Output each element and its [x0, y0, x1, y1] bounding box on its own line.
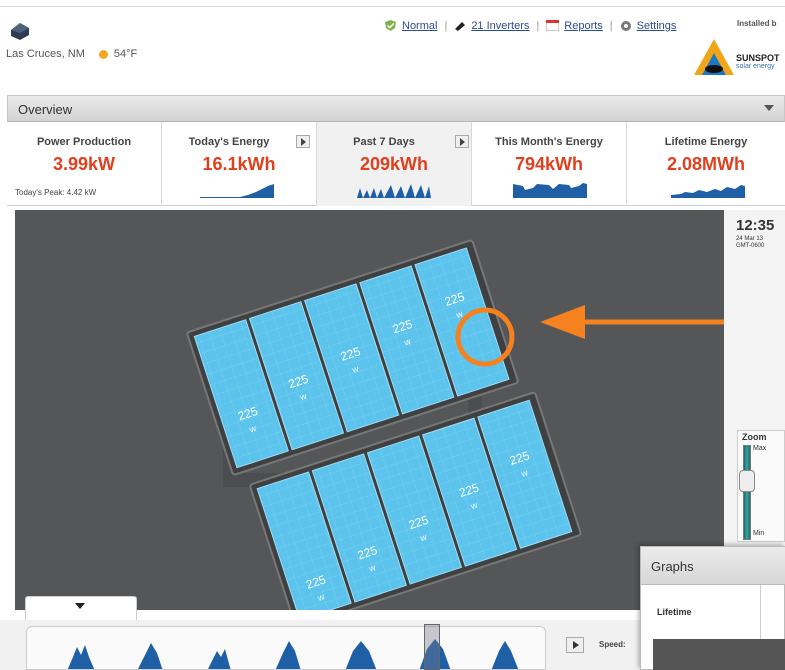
graphs-tab-lifetime[interactable]: Lifetime — [641, 585, 761, 639]
zoom-min-label: Min — [753, 530, 765, 537]
gear-icon — [620, 20, 631, 31]
zoom-slider-thumb[interactable] — [739, 470, 755, 492]
graphs-panel: Graphs Lifetime — [640, 546, 785, 670]
zoom-label: Zoom — [742, 432, 767, 442]
lifetime-energy-sparkline — [671, 185, 745, 198]
clock-time: 12:35 — [736, 217, 775, 234]
reports-link[interactable]: Reports — [564, 20, 603, 32]
inverters-link[interactable]: 21 Inverters — [471, 20, 529, 32]
card-label: This Month's Energy — [495, 136, 603, 148]
overview-bar[interactable]: Overview — [7, 95, 785, 122]
timezone-text: GMT-0600 — [736, 243, 765, 249]
card-past-7-days[interactable]: Past 7 Days 209kWh — [317, 122, 472, 206]
production-timeline[interactable] — [26, 626, 546, 670]
graphs-header[interactable]: Graphs — [641, 547, 785, 585]
card-value: 3.99kW — [52, 154, 116, 174]
settings-link[interactable]: Settings — [637, 20, 677, 32]
check-shield-icon — [385, 20, 396, 31]
orange-arrow-icon — [540, 305, 724, 339]
todays-peak-text: Today's Peak: 4.42 kW — [15, 188, 97, 197]
card-this-months-energy[interactable]: This Month's Energy 794kWh — [472, 122, 627, 206]
graphs-title: Graphs — [651, 559, 694, 574]
timeline-scrubber-handle[interactable] — [424, 624, 440, 670]
timeline-play-icon[interactable] — [566, 637, 584, 653]
house-icon[interactable] — [9, 20, 31, 42]
play-icon[interactable] — [455, 135, 469, 148]
card-value: 16.1kWh — [202, 154, 276, 174]
status-normal-link[interactable]: Normal — [402, 20, 437, 32]
date-text: 24 Mar 13 — [736, 236, 764, 242]
card-label: Power Production — [36, 136, 132, 148]
play-icon[interactable] — [296, 135, 310, 148]
speed-label: Speed: — [599, 640, 626, 649]
card-label: Today's Energy — [188, 136, 270, 148]
enphase-monitor-screen: Las Cruces, NM 54°F Normal | 21 Inverter… — [0, 0, 785, 670]
panel-layout: 225W 225W 225W 225W 225W 225W 225W 225W … — [186, 239, 724, 610]
card-power-production[interactable]: Power Production 3.99kW Today's Peak: 4.… — [7, 122, 162, 206]
installed-by-label: Installed b — [737, 19, 777, 28]
top-divider — [0, 6, 785, 7]
zoom-slider-track[interactable] — [743, 445, 751, 540]
stat-cards: Power Production 3.99kW Today's Peak: 4.… — [7, 122, 785, 206]
card-value: 794kWh — [514, 154, 584, 174]
card-label: Lifetime Energy — [664, 136, 748, 148]
logo-tagline: solar energy — [736, 63, 775, 70]
zoom-max-label: Max — [753, 445, 767, 452]
location-text: Las Cruces, NM — [6, 48, 85, 60]
top-nav: Normal | 21 Inverters | Reports | Settin… — [384, 19, 676, 32]
nav-separator: | — [444, 19, 448, 32]
card-label: Past 7 Days — [353, 136, 415, 148]
past-7-days-sparkline — [357, 184, 431, 198]
graphs-tab-label: Lifetime — [657, 607, 692, 617]
card-value: 2.08MWh — [666, 154, 745, 174]
nav-separator: | — [536, 19, 540, 32]
logo-name: SUNSPOT — [736, 53, 780, 63]
clock-date: 24 Mar 13 GMT-0600 — [736, 236, 764, 250]
inverter-icon — [455, 21, 466, 31]
card-value: 209kWh — [359, 154, 429, 174]
card-lifetime-energy[interactable]: Lifetime Energy 2.08MWh — [627, 122, 785, 206]
chevron-down-icon[interactable] — [764, 105, 774, 111]
today-energy-sparkline — [200, 184, 274, 198]
temperature-text: 54°F — [113, 48, 138, 60]
chevron-down-icon[interactable] — [75, 603, 85, 609]
sun-weather-icon — [98, 49, 108, 59]
card-todays-energy[interactable]: Today's Energy 16.1kWh — [162, 122, 317, 206]
site-location: Las Cruces, NM 54°F — [6, 48, 137, 60]
nav-separator: | — [609, 19, 613, 32]
overview-title: Overview — [18, 102, 73, 117]
timeline-graph — [67, 639, 519, 669]
array-map[interactable]: 225 W 225 W 225 W 225 W 225 W 225 W 225 W 225 W … — [15, 210, 724, 610]
month-energy-sparkline — [513, 183, 587, 198]
graphs-content — [653, 639, 785, 670]
reports-icon — [546, 20, 560, 31]
